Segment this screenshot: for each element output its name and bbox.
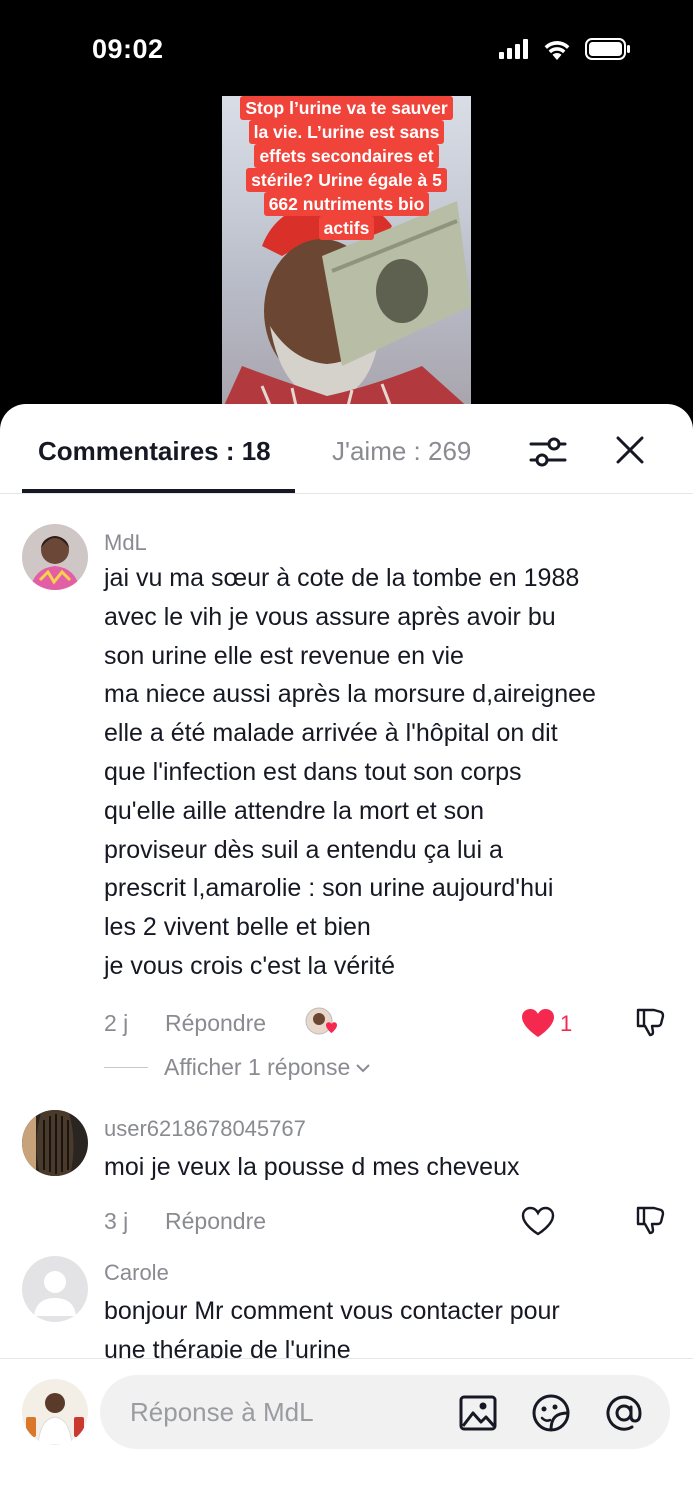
- tab-comments[interactable]: Commentaires : 18: [38, 436, 271, 467]
- comment-time: 3 j: [104, 1208, 129, 1234]
- tab-likes[interactable]: J'aime : 269: [332, 436, 471, 467]
- my-avatar: [22, 1379, 88, 1445]
- comment-username[interactable]: MdL: [104, 530, 147, 556]
- caption-line: 662 nutriments bio: [222, 192, 471, 216]
- cellular-signal-icon: [499, 39, 528, 59]
- caption-line: actifs: [222, 216, 471, 240]
- caption-line: effets secondaires et: [222, 144, 471, 168]
- comments-sheet: Commentaires : 18 J'aime : 269 MdL jai v…: [0, 404, 693, 1500]
- comment-input-bar: [0, 1358, 693, 1500]
- comment-input-box[interactable]: [100, 1375, 670, 1449]
- heart-icon[interactable]: [521, 1008, 555, 1038]
- close-icon[interactable]: [612, 432, 648, 468]
- comment-item: MdL jai vu ma sœur à cote de la tombe en…: [0, 522, 693, 1082]
- wifi-icon: [544, 41, 570, 60]
- status-time: 09:02: [92, 34, 164, 64]
- filter-icon[interactable]: [528, 432, 568, 472]
- creator-liked-icon: [305, 1007, 337, 1035]
- caption-line: la vie. L’urine est sans: [222, 120, 471, 144]
- avatar[interactable]: [22, 524, 88, 590]
- image-icon[interactable]: [458, 1393, 498, 1433]
- comment-username[interactable]: user6218678045767: [104, 1116, 306, 1142]
- chevron-down-icon: [356, 1063, 370, 1072]
- status-bar: 09:02: [0, 0, 693, 96]
- comment-username[interactable]: Carole: [104, 1260, 169, 1286]
- caption-line: Stop l’urine va te sauver: [222, 96, 471, 120]
- battery-icon: [585, 38, 630, 60]
- show-replies-label: Afficher 1 réponse: [164, 1054, 351, 1080]
- mention-icon[interactable]: [604, 1393, 644, 1433]
- comment-text: moi je veux la pousse d mes cheveux: [104, 1153, 520, 1181]
- like-count: 1: [560, 1011, 573, 1036]
- comment-time: 2 j: [104, 1010, 129, 1036]
- comment-input[interactable]: [130, 1375, 430, 1449]
- reply-button[interactable]: Répondre: [165, 1208, 266, 1235]
- video-thumbnail[interactable]: Stop l’urine va te sauver la vie. L’urin…: [222, 96, 471, 410]
- video-area[interactable]: Stop l’urine va te sauver la vie. L’urin…: [0, 96, 693, 410]
- comment-item: user6218678045767 moi je veux la pousse …: [0, 1110, 693, 1250]
- avatar[interactable]: [22, 1256, 88, 1322]
- dislike-icon[interactable]: [634, 1006, 666, 1038]
- avatar[interactable]: [22, 1110, 88, 1176]
- comment-text: jai vu ma sœur à cote de la tombe en 198…: [104, 564, 596, 980]
- status-icons: [499, 38, 631, 60]
- comment-item: Carole bonjour Mr comment vous contacter…: [0, 1256, 693, 1366]
- tab-bar: Commentaires : 18 J'aime : 269: [0, 404, 693, 494]
- active-tab-indicator: [22, 489, 295, 493]
- emoji-sticker-icon[interactable]: [531, 1393, 571, 1433]
- video-caption: Stop l’urine va te sauver la vie. L’urin…: [222, 96, 471, 240]
- dislike-icon[interactable]: [634, 1204, 666, 1236]
- caption-line: stérile? Urine égale à 5: [222, 168, 471, 192]
- heart-outline-icon[interactable]: [521, 1206, 555, 1236]
- show-replies-button[interactable]: Afficher 1 réponse: [104, 1054, 372, 1081]
- reply-button[interactable]: Répondre: [165, 1010, 266, 1037]
